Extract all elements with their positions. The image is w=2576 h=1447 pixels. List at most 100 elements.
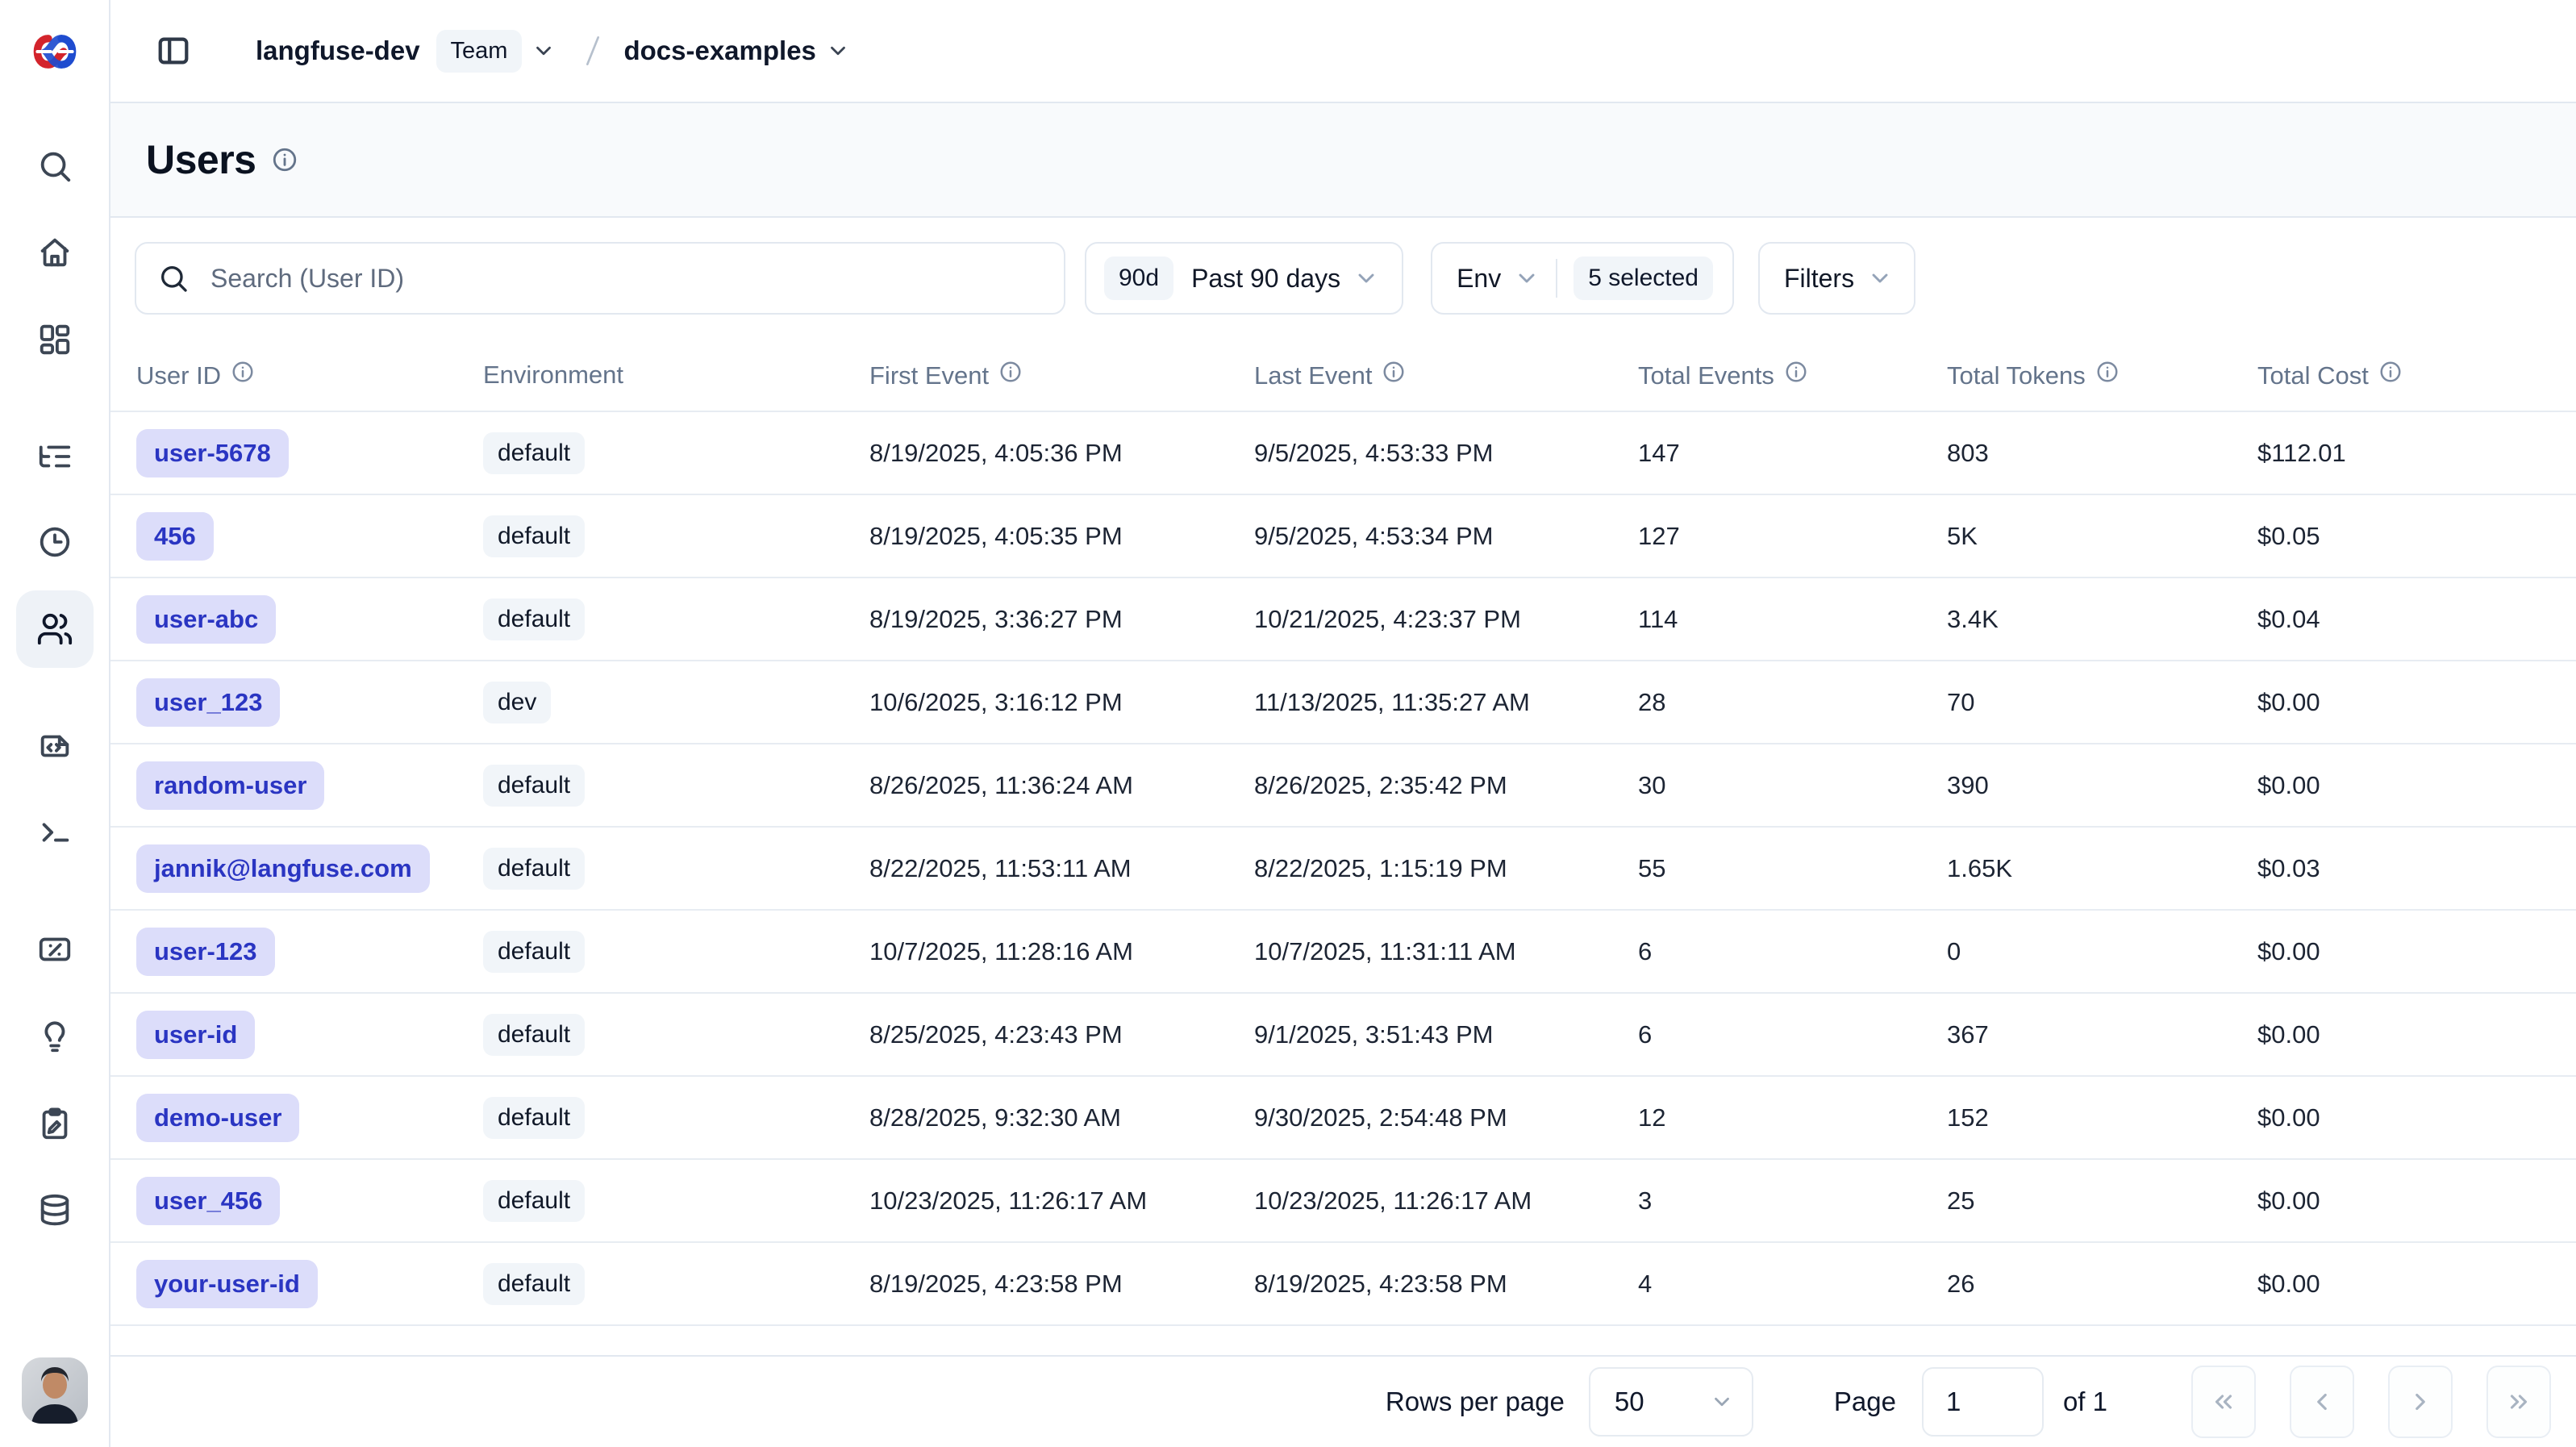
last-page-button[interactable] bbox=[2486, 1366, 2551, 1438]
total-tokens-cell: 5K bbox=[1947, 494, 2257, 578]
first-page-button[interactable] bbox=[2191, 1366, 2256, 1438]
environment-cell: default bbox=[483, 1076, 869, 1159]
divider bbox=[1556, 259, 1557, 298]
user-id-pill[interactable]: user-5678 bbox=[136, 429, 289, 477]
page-number-input[interactable] bbox=[1922, 1367, 2044, 1437]
chevrons-right-icon bbox=[2505, 1388, 2532, 1416]
user-id-pill[interactable]: demo-user bbox=[136, 1094, 299, 1142]
table-row[interactable]: 456 default 8/19/2025, 4:05:35 PM 9/5/20… bbox=[110, 494, 2576, 578]
column-header-last-event[interactable]: Last Event bbox=[1254, 339, 1638, 411]
org-switcher-button[interactable] bbox=[531, 39, 556, 63]
table-row[interactable]: user-id default 8/25/2025, 4:23:43 PM 9/… bbox=[110, 993, 2576, 1076]
sidebar-item-dashboards[interactable] bbox=[16, 301, 94, 378]
total-tokens-cell: 25 bbox=[1947, 1159, 2257, 1242]
first-event-cell: 8/28/2025, 9:32:30 AM bbox=[869, 1076, 1254, 1159]
environment-badge: default bbox=[483, 1097, 585, 1139]
sidebar-item-search[interactable] bbox=[16, 127, 94, 205]
table-row[interactable]: user-123 default 10/7/2025, 11:28:16 AM … bbox=[110, 910, 2576, 993]
filters-button[interactable]: Filters bbox=[1758, 242, 1915, 315]
sidebar-item-playground[interactable] bbox=[16, 794, 94, 871]
table-row[interactable]: random-user default 8/26/2025, 11:36:24 … bbox=[110, 744, 2576, 827]
user-id-pill[interactable]: user-123 bbox=[136, 928, 275, 976]
date-range-badge: 90d bbox=[1104, 256, 1173, 300]
rows-per-page-value: 50 bbox=[1615, 1387, 1644, 1417]
info-icon[interactable] bbox=[1382, 360, 1406, 384]
environment-badge: default bbox=[483, 598, 585, 640]
sidebar-item-prompts[interactable] bbox=[16, 707, 94, 785]
user-id-pill[interactable]: user_123 bbox=[136, 678, 280, 727]
env-label: Env bbox=[1457, 264, 1501, 294]
sidebar-item-users[interactable] bbox=[16, 590, 94, 668]
table-row[interactable]: user-abc default 8/19/2025, 3:36:27 PM 1… bbox=[110, 578, 2576, 661]
rows-per-page-select[interactable]: 50 bbox=[1589, 1367, 1753, 1437]
home-icon bbox=[36, 234, 73, 271]
sidebar-item-evaluators[interactable] bbox=[16, 1085, 94, 1162]
sidebar-item-home[interactable] bbox=[16, 214, 94, 291]
evaluators-icon bbox=[36, 1105, 73, 1142]
environment-filter-button[interactable]: Env 5 selected bbox=[1431, 242, 1734, 315]
tracing-icon bbox=[36, 438, 73, 475]
user-id-cell: 456 bbox=[110, 494, 483, 578]
column-header-total-events[interactable]: Total Events bbox=[1638, 339, 1947, 411]
first-event-cell: 8/19/2025, 3:36:27 PM bbox=[869, 578, 1254, 661]
table-header-row: User ID Environment First Event Last Eve… bbox=[110, 339, 2576, 411]
langfuse-logo-icon bbox=[28, 30, 81, 73]
table-row[interactable]: jannik@langfuse.com default 8/22/2025, 1… bbox=[110, 827, 2576, 910]
table-row[interactable]: user_123 dev 10/6/2025, 3:16:12 PM 11/13… bbox=[110, 661, 2576, 744]
user-id-pill[interactable]: your-user-id bbox=[136, 1260, 318, 1308]
column-header-user-id[interactable]: User ID bbox=[110, 339, 483, 411]
user-id-pill[interactable]: jannik@langfuse.com bbox=[136, 844, 430, 893]
main-area: langfuse-dev Team docs-examples Users bbox=[110, 0, 2576, 1447]
info-icon[interactable] bbox=[998, 360, 1023, 384]
info-icon[interactable] bbox=[1784, 360, 1808, 384]
date-range-label: Past 90 days bbox=[1191, 264, 1340, 294]
search-input[interactable] bbox=[135, 242, 1065, 315]
user-id-pill[interactable]: random-user bbox=[136, 761, 324, 810]
next-page-button[interactable] bbox=[2388, 1366, 2453, 1438]
project-name[interactable]: docs-examples bbox=[623, 35, 815, 66]
org-name[interactable]: langfuse-dev bbox=[256, 35, 420, 66]
table-row[interactable]: your-user-id default 8/19/2025, 4:23:58 … bbox=[110, 1242, 2576, 1325]
total-cost-cell: $112.01 bbox=[2257, 411, 2576, 494]
previous-page-button[interactable] bbox=[2290, 1366, 2354, 1438]
sidebar-item-annotations[interactable] bbox=[16, 998, 94, 1075]
environment-badge: default bbox=[483, 848, 585, 890]
playground-icon bbox=[36, 814, 73, 851]
date-range-button[interactable]: 90d Past 90 days bbox=[1085, 242, 1403, 315]
sidebar-item-sessions[interactable] bbox=[16, 503, 94, 581]
users-icon bbox=[36, 611, 73, 648]
column-header-total-tokens[interactable]: Total Tokens bbox=[1947, 339, 2257, 411]
search-icon bbox=[36, 148, 73, 185]
sidebar-item-datasets[interactable] bbox=[16, 1172, 94, 1249]
chevrons-left-icon bbox=[2210, 1388, 2237, 1416]
user-id-pill[interactable]: user_456 bbox=[136, 1177, 280, 1225]
user-id-cell: user-abc bbox=[110, 578, 483, 661]
user-id-pill[interactable]: 456 bbox=[136, 512, 214, 561]
langfuse-logo[interactable] bbox=[0, 24, 109, 79]
sidebar-item-scores[interactable] bbox=[16, 911, 94, 988]
table-row[interactable]: user-5678 default 8/19/2025, 4:05:36 PM … bbox=[110, 411, 2576, 494]
info-icon[interactable] bbox=[2095, 360, 2120, 384]
first-event-cell: 8/25/2025, 4:23:43 PM bbox=[869, 993, 1254, 1076]
chevron-left-icon bbox=[2308, 1388, 2336, 1416]
column-header-total-cost[interactable]: Total Cost bbox=[2257, 339, 2576, 411]
table-row[interactable]: demo-user default 8/28/2025, 9:32:30 AM … bbox=[110, 1076, 2576, 1159]
sidebar-item-tracing[interactable] bbox=[16, 418, 94, 495]
user-id-cell: user-5678 bbox=[110, 411, 483, 494]
info-icon[interactable] bbox=[231, 360, 255, 384]
table-row[interactable]: user_456 default 10/23/2025, 11:26:17 AM… bbox=[110, 1159, 2576, 1242]
total-events-cell: 114 bbox=[1638, 578, 1947, 661]
environment-badge: default bbox=[483, 1180, 585, 1222]
project-switcher-button[interactable] bbox=[826, 39, 850, 63]
user-id-pill[interactable]: user-id bbox=[136, 1011, 255, 1059]
column-header-environment[interactable]: Environment bbox=[483, 339, 869, 411]
user-avatar[interactable] bbox=[22, 1357, 88, 1424]
filters-label: Filters bbox=[1784, 264, 1854, 294]
page-info-icon[interactable] bbox=[271, 146, 298, 173]
column-header-first-event[interactable]: First Event bbox=[869, 339, 1254, 411]
total-cost-cell: $0.04 bbox=[2257, 578, 2576, 661]
sidebar-toggle-button[interactable] bbox=[151, 28, 196, 73]
user-id-pill[interactable]: user-abc bbox=[136, 595, 276, 644]
chevron-down-icon bbox=[1514, 265, 1540, 291]
info-icon[interactable] bbox=[2378, 360, 2403, 384]
